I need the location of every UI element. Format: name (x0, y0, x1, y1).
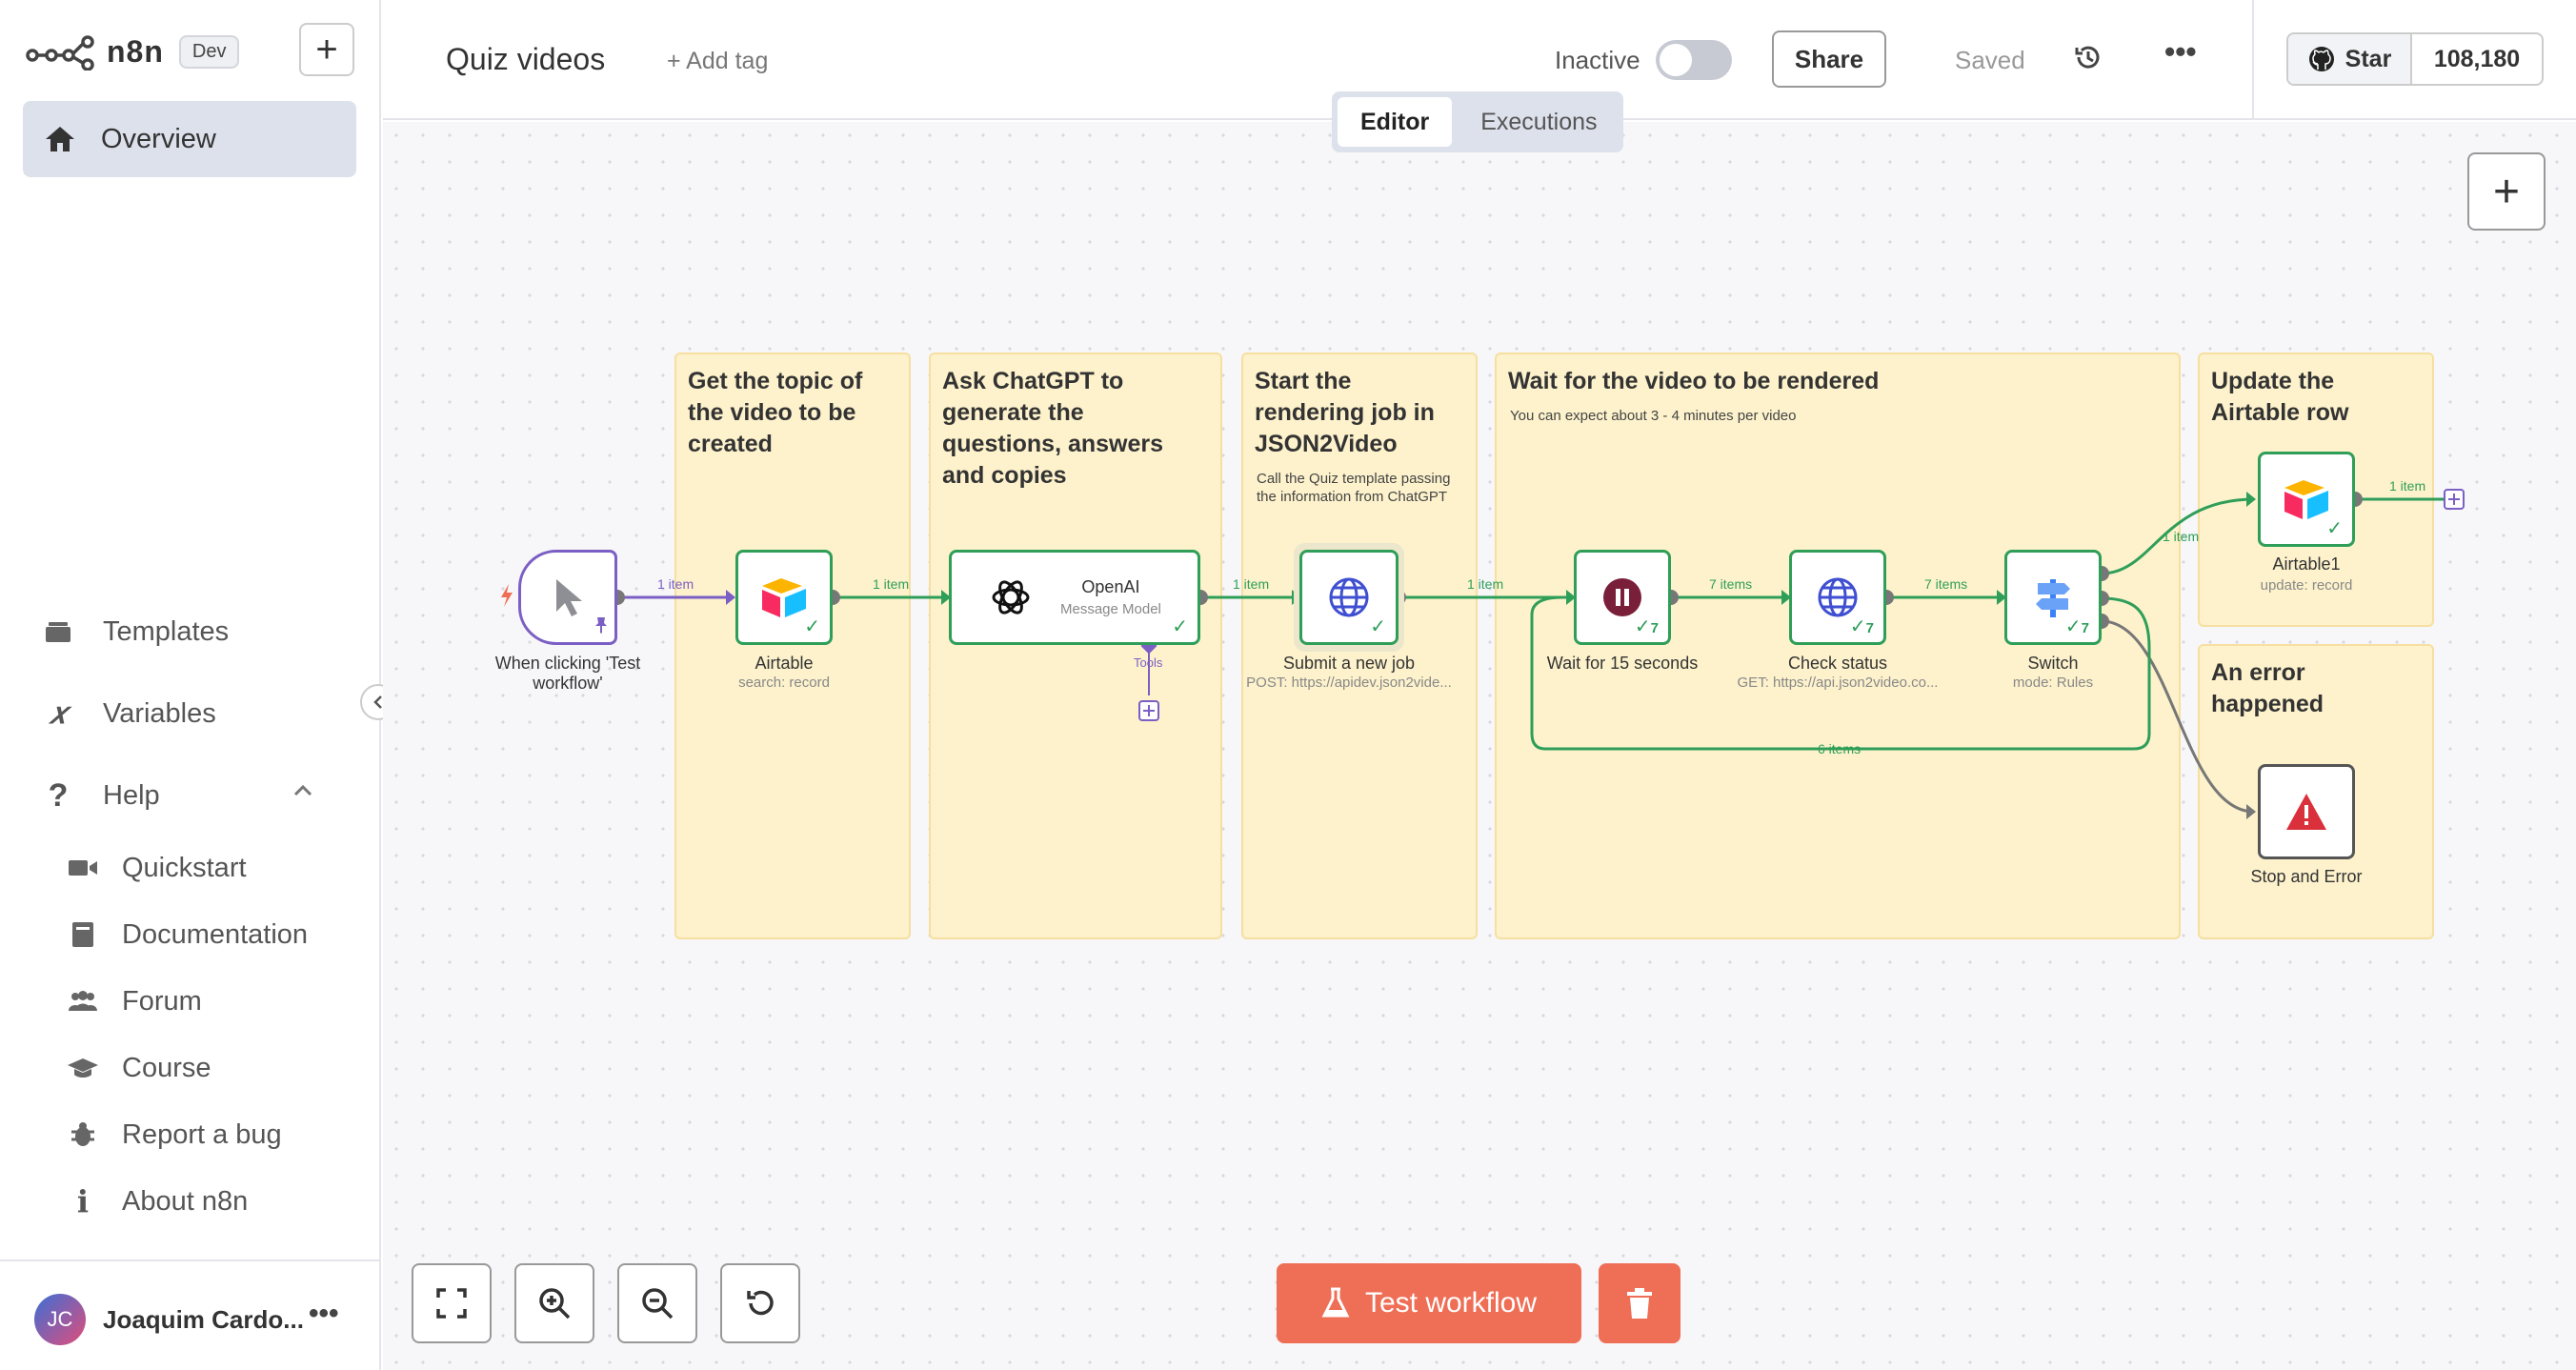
tab-editor[interactable]: Editor (1338, 97, 1453, 147)
node-wait[interactable]: ✓7 (1574, 550, 1671, 645)
signpost-icon (2036, 579, 2070, 617)
airtable-icon (762, 578, 806, 617)
run-count: 7 (1650, 620, 1659, 636)
node-openai[interactable]: OpenAI Message Model ✓ (949, 550, 1200, 645)
warning-icon (2286, 794, 2326, 830)
zoom-in-button[interactable] (514, 1263, 594, 1343)
node-airtable[interactable]: ✓ (735, 550, 833, 645)
pause-icon (1603, 578, 1641, 616)
success-check-icon: ✓ (804, 616, 820, 637)
node-subtitle: mode: Rules (2012, 675, 2094, 691)
node-subtitle: POST: https://apidev.json2vide... (1246, 675, 1452, 691)
flask-icon (1321, 1287, 1350, 1318)
test-workflow-button[interactable]: Test workflow (1277, 1263, 1581, 1343)
run-count: 7 (2081, 620, 2089, 636)
edge-item-count: 1 item (1467, 576, 1504, 592)
airtable-icon (2284, 480, 2328, 519)
edge-item-count: 1 item (873, 576, 910, 592)
node-airtable1[interactable]: ✓ (2258, 452, 2355, 547)
node-submit-job[interactable]: ✓ (1299, 550, 1399, 645)
node-subtitle: update: record (2260, 577, 2353, 594)
edge-item-count: 6 items (1818, 741, 1862, 756)
node-label: Stop and Error (2250, 867, 2363, 886)
node-label: Check status (1787, 654, 1888, 673)
edge-item-count: 7 items (1924, 576, 1968, 592)
fit-view-button[interactable] (412, 1263, 492, 1343)
node-label: Submit a new job (1282, 654, 1416, 673)
node-subtitle: search: record (738, 675, 830, 691)
node-label: Airtable1 (2272, 554, 2341, 574)
success-check-icon: ✓7 (1849, 616, 1874, 637)
pin-icon (594, 616, 609, 638)
test-workflow-label: Test workflow (1364, 1287, 1538, 1319)
edge-item-count: 7 items (1709, 576, 1753, 592)
node-label: Wait for 15 seconds (1546, 654, 1699, 673)
node-manual-trigger[interactable] (518, 550, 617, 645)
view-tabs: Editor Executions (1332, 91, 1623, 152)
node-stop-and-error[interactable] (2258, 764, 2355, 859)
edge-item-count: 1 item (2389, 478, 2426, 494)
success-check-icon: ✓ (2326, 518, 2343, 539)
lightning-icon (499, 583, 514, 613)
success-check-icon: ✓ (1172, 616, 1188, 637)
tools-connector-label: Tools (1134, 655, 1163, 670)
success-check-icon: ✓7 (1634, 616, 1659, 637)
expand-icon (436, 1288, 467, 1319)
globe-icon (1329, 577, 1369, 617)
edge-item-count: 1 item (1233, 576, 1270, 592)
success-check-icon: ✓ (1370, 616, 1386, 637)
undo-icon (747, 1290, 774, 1316)
globe-icon (1818, 577, 1858, 617)
node-label: Switch (2027, 654, 2079, 673)
trash-icon (1627, 1288, 1652, 1319)
reset-zoom-button[interactable] (720, 1263, 800, 1343)
node-label: Airtable (755, 654, 814, 673)
success-check-icon: ✓7 (2064, 616, 2089, 637)
node-switch[interactable]: ✓7 (2004, 550, 2102, 645)
node-check-status[interactable]: ✓7 (1789, 550, 1886, 645)
zoom-out-button[interactable] (617, 1263, 697, 1343)
openai-icon (992, 580, 1030, 614)
node-subtitle: GET: https://api.json2video.co... (1737, 675, 1939, 691)
zoom-out-icon (642, 1288, 674, 1320)
tab-executions[interactable]: Executions (1458, 97, 1620, 147)
edge-item-count: 1 item (657, 576, 694, 592)
edge-item-count: 1 item (2163, 529, 2200, 544)
zoom-in-icon (539, 1288, 571, 1320)
run-count: 7 (1865, 620, 1874, 636)
node-title: OpenAI (1081, 577, 1140, 596)
node-label: When clicking 'Test workflow' (494, 654, 641, 693)
delete-button[interactable] (1599, 1263, 1680, 1343)
cursor-icon (556, 579, 582, 616)
node-subtitle: Message Model (1060, 601, 1161, 617)
